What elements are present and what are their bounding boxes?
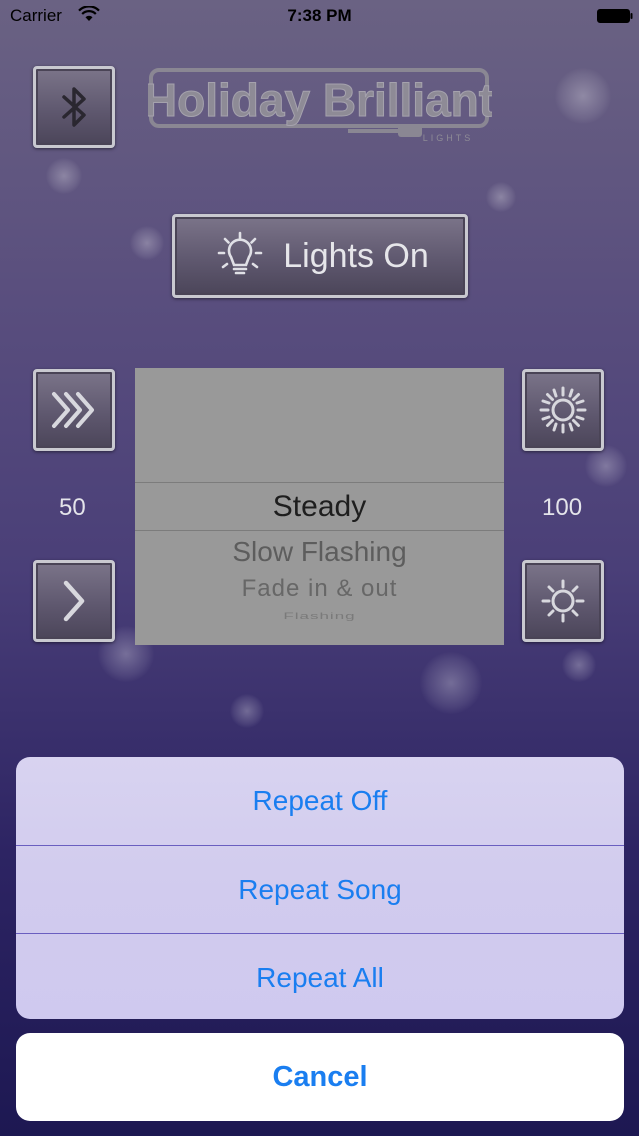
picker-option[interactable]: Fade in & out xyxy=(135,575,504,603)
lights-on-button[interactable]: Lights On xyxy=(172,214,468,298)
speed-value: 50 xyxy=(59,494,86,521)
bokeh-light xyxy=(486,182,516,212)
brightness-down-button[interactable] xyxy=(522,560,604,642)
logo-subtitle: LIGHTS xyxy=(423,133,474,143)
bokeh-light xyxy=(130,226,164,260)
brightness-up-button[interactable] xyxy=(522,369,604,451)
bokeh-light xyxy=(420,652,482,714)
bokeh-light xyxy=(562,648,596,682)
cancel-button[interactable]: Cancel xyxy=(16,1033,624,1121)
logo-title: Holiday Brilliant xyxy=(148,74,492,126)
repeat-action-sheet: Repeat Off Repeat Song Repeat All xyxy=(16,757,624,1019)
clock: 7:38 PM xyxy=(287,6,352,25)
speed-slow-button[interactable] xyxy=(33,560,115,642)
sun-dim-icon xyxy=(541,579,585,623)
chevron-right-icon xyxy=(63,580,85,622)
bokeh-light xyxy=(230,694,264,728)
brightness-value: 100 xyxy=(542,494,583,521)
speed-fast-button[interactable] xyxy=(33,369,115,451)
repeat-song-option[interactable]: Repeat Song xyxy=(16,846,624,934)
bluetooth-icon xyxy=(62,87,86,127)
sun-bright-icon xyxy=(539,386,587,434)
effect-picker[interactable]: Steady Slow Flashing Fade in & out Flash… xyxy=(135,368,504,645)
bokeh-light xyxy=(555,68,611,124)
picker-option[interactable]: Flashing xyxy=(135,611,504,622)
picker-selection-bottom xyxy=(135,530,504,531)
bokeh-light xyxy=(46,158,82,194)
lights-on-label: Lights On xyxy=(283,236,429,275)
picker-option-selected[interactable]: Steady xyxy=(135,490,504,524)
picker-option[interactable]: Slow Flashing xyxy=(135,536,504,568)
bokeh-light xyxy=(585,445,627,487)
lightbulb-icon xyxy=(217,231,263,275)
repeat-off-option[interactable]: Repeat Off xyxy=(16,757,624,845)
picker-selection-top xyxy=(135,482,504,483)
triple-chevron-right-icon xyxy=(52,392,94,428)
repeat-all-option[interactable]: Repeat All xyxy=(16,934,624,1019)
bluetooth-button[interactable] xyxy=(33,66,115,148)
battery-icon xyxy=(597,9,633,23)
status-bar: Carrier 7:38 PM xyxy=(0,0,639,34)
app-logo: Holiday Brilliant LIGHTS xyxy=(143,66,495,146)
